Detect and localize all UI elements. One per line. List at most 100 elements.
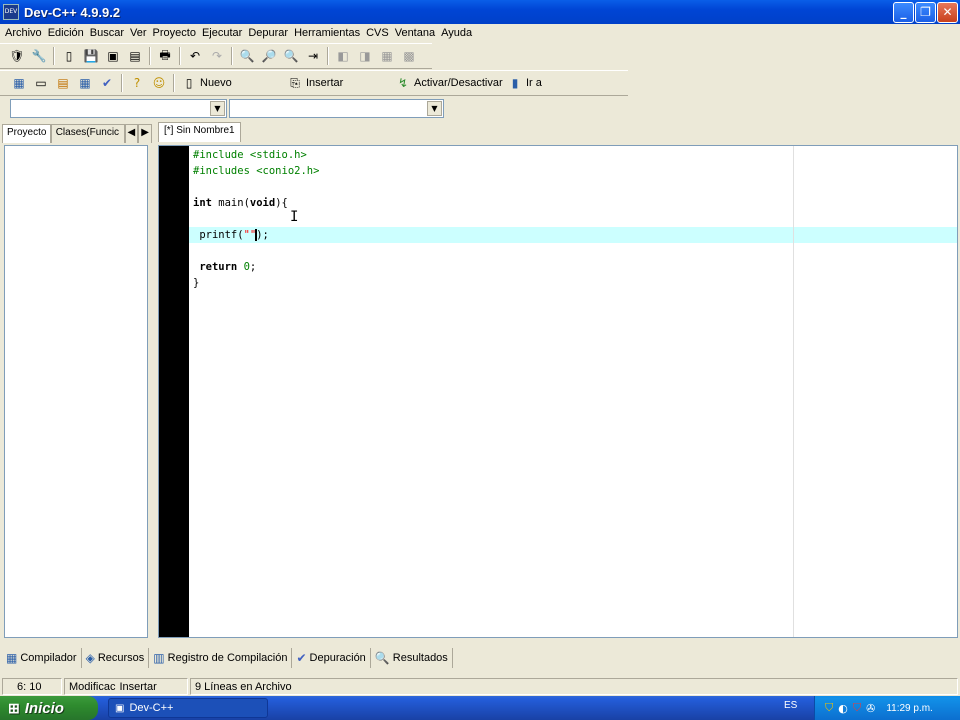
close-button[interactable]: ✕ — [937, 2, 958, 23]
menu-cvs[interactable]: CVS — [363, 27, 392, 39]
active-line-highlight — [189, 227, 957, 243]
save-all-icon[interactable]: ▣ — [104, 47, 122, 65]
code-main: main( — [211, 197, 250, 209]
print-icon[interactable]: 🖶 — [156, 47, 174, 65]
new-project-icon[interactable]: 🔧 — [30, 47, 48, 65]
tab-proyecto[interactable]: Proyecto — [2, 124, 51, 143]
code-printf: printf( — [193, 229, 244, 241]
menu-depurar[interactable]: Depurar — [245, 27, 291, 39]
menu-ejecutar[interactable]: Ejecutar — [199, 27, 245, 39]
tab-registro[interactable]: ▥ Registro de Compilación — [149, 648, 293, 668]
tab-depuracion-label: Depuración — [309, 652, 366, 664]
help-icon[interactable]: ? — [128, 74, 146, 92]
keyword-return: return — [199, 261, 238, 273]
taskbar-devcpp-label: Dev-C++ — [129, 702, 174, 714]
debug-check-icon: ✔ — [296, 651, 307, 665]
edit-state: Modificac Insertar — [64, 677, 188, 695]
toolbar-separator — [121, 74, 123, 92]
code-semicolon: ); — [256, 229, 269, 241]
cursor-position: 6: 10 — [2, 677, 62, 695]
run-icon[interactable]: ▭ — [32, 74, 50, 92]
shield-alert-icon[interactable]: ⛉ — [853, 701, 861, 715]
goto-line-icon[interactable]: ⇥ — [304, 47, 322, 65]
toolbar-separator — [179, 47, 181, 65]
tab-depuracion[interactable]: ✔ Depuración — [292, 648, 371, 668]
tab-compilador[interactable]: ▦ Compilador — [2, 648, 82, 668]
toggle-button[interactable]: ↯ Activar/Desactivar — [392, 74, 504, 92]
tab-resultados[interactable]: 🔍 Resultados — [371, 648, 453, 668]
about-icon[interactable]: ☺ — [150, 74, 168, 92]
code-editor[interactable]: #include <stdio.h> #includes <conio2.h> … — [158, 145, 958, 638]
function-combo[interactable]: ▼ — [229, 99, 444, 118]
secondary-toolbar: ▦ ▭ ▤ ▦ ✔ ? ☺ ▯ Nuevo ⎘ Insertar ↯ Activ… — [0, 70, 628, 96]
indent-icon[interactable]: ◧ — [334, 47, 352, 65]
clock: 11:29 p.m. — [886, 702, 933, 714]
rebuild-icon[interactable]: ▦ — [76, 74, 94, 92]
chevron-down-icon[interactable]: ▼ — [210, 101, 225, 116]
ibeam-cursor-icon: I — [290, 209, 299, 225]
menu-ventana[interactable]: Ventana — [392, 27, 438, 39]
open-project-icon[interactable]: 🛡 — [8, 47, 26, 65]
close-file-icon[interactable]: ▤ — [126, 47, 144, 65]
toolbar-separator — [173, 74, 175, 92]
editor-gutter[interactable] — [159, 146, 189, 637]
language-indicator[interactable]: ES — [784, 700, 797, 711]
insert-icon: ⎘ — [290, 75, 300, 90]
menu-ayuda[interactable]: Ayuda — [438, 27, 475, 39]
toggle-icon: ↯ — [397, 76, 409, 90]
chevron-down-icon[interactable]: ▼ — [427, 101, 442, 116]
keyword-int: int — [193, 197, 212, 209]
antivirus-icon[interactable]: ◐ — [838, 702, 848, 715]
insert-button-label: Insertar — [306, 77, 344, 89]
redo-icon[interactable]: ↷ — [208, 47, 226, 65]
menu-proyecto[interactable]: Proyecto — [150, 27, 199, 39]
unindent-icon[interactable]: ◨ — [356, 47, 374, 65]
class-combo[interactable]: ▼ — [10, 99, 227, 118]
title-bar[interactable]: DEV Dev-C++ 4.9.9.2 _ ❐ ✕ — [0, 0, 960, 24]
save-icon[interactable]: 💾 — [82, 47, 100, 65]
goto-button[interactable]: ▮ Ir a — [504, 74, 544, 92]
toggle-bookmark-icon[interactable]: ▦ — [378, 47, 396, 65]
tab-recursos[interactable]: ◈ Recursos — [82, 648, 150, 668]
tab-clases[interactable]: Clases(Funcic — [50, 124, 125, 143]
taskbar-devcpp[interactable]: ▣ Dev-C++ — [108, 698, 268, 718]
check-icon[interactable]: ✔ — [98, 74, 116, 92]
undo-icon[interactable]: ↶ — [186, 47, 204, 65]
main-toolbar: 🛡 🔧 ▯ 💾 ▣ ▤ 🖶 ↶ ↷ 🔍 🔎 🔍 ⇥ ◧ ◨ ▦ ▩ — [0, 43, 432, 69]
code-semicolon: ; — [249, 261, 257, 273]
maximize-button[interactable]: ❐ — [915, 2, 936, 23]
menu-ver[interactable]: Ver — [127, 27, 150, 39]
goto-icon: ▮ — [511, 76, 519, 90]
find-next-icon[interactable]: 🔍 — [282, 47, 300, 65]
menu-buscar[interactable]: Buscar — [87, 27, 127, 39]
security-shield-icon[interactable]: ⛉ — [825, 701, 833, 715]
compile-run-icon[interactable]: ▤ — [54, 74, 72, 92]
new-button[interactable]: ▯ Nuevo — [178, 74, 284, 92]
menu-bar: Archivo Edición Buscar Ver Proyecto Ejec… — [0, 24, 960, 42]
menu-edicion[interactable]: Edición — [45, 27, 87, 39]
new-file-icon[interactable]: ▯ — [60, 47, 78, 65]
menu-archivo[interactable]: Archivo — [2, 27, 45, 39]
close-icon: ✕ — [942, 5, 953, 19]
tab-sin-nombre1[interactable]: [*] Sin Nombre1 — [158, 122, 241, 142]
start-button[interactable]: ⊞ Inicio — [0, 696, 98, 720]
compile-icon[interactable]: ▦ — [10, 74, 28, 92]
tab-scroll-left[interactable]: ◀ — [124, 124, 139, 143]
left-panel-tabs: Proyecto Clases(Funcic ◀ ▶ — [2, 124, 152, 144]
devcpp-window: DEV Dev-C++ 4.9.9.2 _ ❐ ✕ Archivo Edició… — [0, 0, 960, 696]
find-icon[interactable]: 🔍 — [238, 47, 256, 65]
goto-bookmark-icon[interactable]: ▩ — [400, 47, 418, 65]
toolbar-separator — [327, 47, 329, 65]
tab-scroll-right[interactable]: ▶ — [138, 124, 152, 143]
insert-button[interactable]: ⎘ Insertar — [284, 74, 392, 92]
compiler-icon: ▦ — [6, 651, 18, 665]
system-tray: ⛉ ◐ ⛉ ✇ 11:29 p.m. — [814, 696, 960, 720]
network-icon[interactable]: ✇ — [866, 702, 875, 715]
minimize-button[interactable]: _ — [893, 2, 914, 23]
project-tree-panel[interactable] — [4, 145, 148, 638]
code-line-8: return 0; — [193, 259, 256, 275]
chevron-left-icon: ◀ — [127, 127, 136, 138]
menu-herramientas[interactable]: Herramientas — [291, 27, 363, 39]
replace-icon[interactable]: 🔎 — [260, 47, 278, 65]
new-button-label: Nuevo — [200, 77, 232, 89]
